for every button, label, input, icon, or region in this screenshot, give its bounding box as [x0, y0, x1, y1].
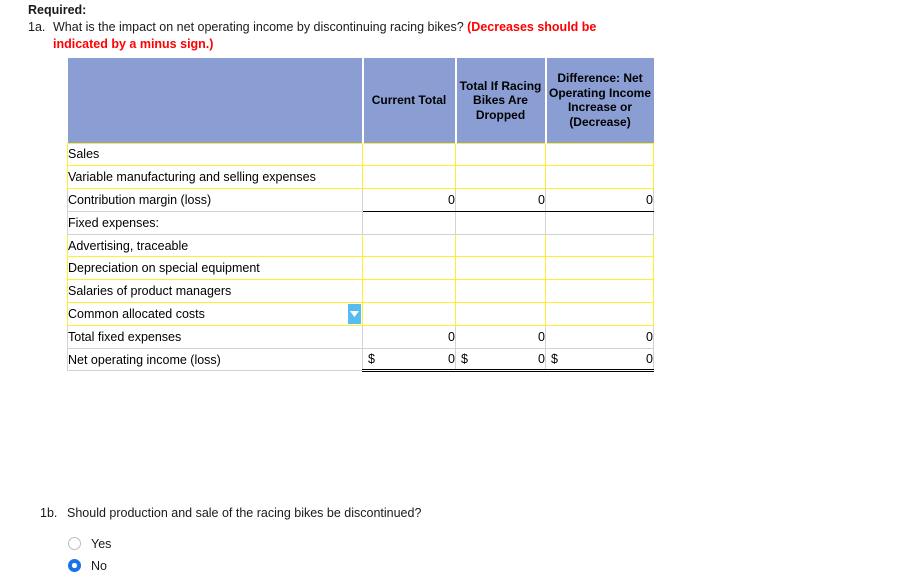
currency-symbol: $ — [368, 352, 375, 367]
cell-variable-expenses-total-if-dropped[interactable] — [455, 165, 546, 190]
question-1b: 1b. Should production and sale of the ra… — [40, 505, 560, 522]
cell-depreciation-difference[interactable] — [545, 256, 654, 281]
question-1a-number: 1a. — [28, 20, 46, 34]
table-row: Depreciation on special equipment — [67, 256, 654, 281]
chevron-down-icon[interactable] — [348, 304, 361, 324]
cell-net-operating-income-current-total-value: 0 — [448, 352, 455, 367]
radio-option-no[interactable]: No — [68, 556, 560, 576]
table-row: Fixed expenses: — [67, 210, 654, 235]
radio-yes-label: Yes — [91, 536, 112, 551]
row-label-common-allocated-costs[interactable]: Common allocated costs — [67, 302, 363, 326]
row-label-contribution-margin: Contribution margin (loss) — [67, 188, 363, 212]
row-label-total-fixed-expenses: Total fixed expenses — [67, 324, 363, 349]
cell-total-fixed-expenses-current-total: 0 — [362, 324, 456, 349]
header-row: Current Total Total If Racing Bikes Are … — [67, 58, 654, 143]
cell-common-allocated-total-if-dropped[interactable] — [455, 302, 546, 326]
prompt-block: Required: 1a. What is the impact on net … — [28, 2, 668, 52]
cell-advertising-traceable-difference[interactable] — [545, 233, 654, 258]
table-row: Total fixed expenses 0 0 0 — [67, 324, 654, 349]
cell-net-operating-income-difference-value: 0 — [646, 352, 653, 367]
header-cell-total-if-dropped: Total If Racing Bikes Are Dropped — [455, 58, 547, 143]
cell-fixed-expenses-heading-current-total — [362, 210, 456, 235]
table-row: Common allocated costs — [67, 302, 654, 326]
cell-net-operating-income-total-if-dropped: $0 — [455, 347, 546, 373]
question-1a-text: What is the impact on net operating inco… — [53, 19, 653, 52]
cell-fixed-expenses-heading-difference — [545, 210, 654, 235]
row-label-depreciation-special-equipment[interactable]: Depreciation on special equipment — [67, 256, 363, 281]
table-row: Salaries of product managers — [67, 279, 654, 304]
cell-advertising-traceable-total-if-dropped[interactable] — [455, 233, 546, 258]
row-label-sales[interactable]: Sales — [67, 142, 363, 167]
worksheet-body: Sales Variable manufacturing and selling… — [67, 142, 654, 373]
cell-contribution-margin-total-if-dropped: 0 — [455, 188, 546, 212]
question-1a-body: What is the impact on net operating inco… — [53, 20, 464, 34]
header-cell-current-total: Current Total — [362, 58, 457, 143]
cell-depreciation-total-if-dropped[interactable] — [455, 256, 546, 281]
cell-total-fixed-expenses-difference: 0 — [545, 324, 654, 349]
worksheet-header: Current Total Total If Racing Bikes Are … — [67, 58, 654, 143]
required-label: Required: — [28, 3, 87, 17]
question-1b-text: Should production and sale of the racing… — [67, 506, 422, 520]
row-label-common-allocated-costs-text: Common allocated costs — [68, 306, 205, 321]
currency-symbol: $ — [551, 352, 558, 367]
table-row: Advertising, traceable — [67, 233, 654, 258]
radio-no-icon[interactable] — [68, 559, 81, 572]
question-1b-number: 1b. — [40, 506, 58, 520]
cell-salaries-current-total[interactable] — [362, 279, 456, 304]
table-row: Net operating income (loss) $0 $0 $0 — [67, 347, 654, 373]
cell-advertising-traceable-current-total[interactable] — [362, 233, 456, 258]
cell-variable-expenses-difference[interactable] — [545, 165, 654, 190]
cell-salaries-total-if-dropped[interactable] — [455, 279, 546, 304]
cell-net-operating-income-difference: $0 — [545, 347, 654, 373]
cell-common-allocated-difference[interactable] — [545, 302, 654, 326]
currency-symbol: $ — [461, 352, 468, 367]
cell-fixed-expenses-heading-total-if-dropped — [455, 210, 546, 235]
cell-variable-expenses-current-total[interactable] — [362, 165, 456, 190]
cell-total-fixed-expenses-total-if-dropped: 0 — [455, 324, 546, 349]
cell-sales-current-total[interactable] — [362, 142, 456, 167]
header-cell-difference: Difference: Net Operating Income Increas… — [545, 58, 654, 143]
radio-yes-icon[interactable] — [68, 537, 81, 550]
cell-net-operating-income-total-if-dropped-value: 0 — [538, 352, 545, 367]
row-label-advertising-traceable[interactable]: Advertising, traceable — [67, 233, 363, 258]
table-row: Variable manufacturing and selling expen… — [67, 165, 654, 190]
cell-contribution-margin-difference: 0 — [545, 188, 654, 212]
row-label-salaries-product-managers[interactable]: Salaries of product managers — [67, 279, 363, 304]
cell-sales-difference[interactable] — [545, 142, 654, 167]
cell-depreciation-current-total[interactable] — [362, 256, 456, 281]
worksheet-table: Current Total Total If Racing Bikes Are … — [67, 58, 654, 373]
cell-common-allocated-current-total[interactable] — [362, 302, 456, 326]
radio-group-discontinue: Yes No — [68, 534, 560, 576]
table-row: Sales — [67, 142, 654, 167]
row-label-net-operating-income: Net operating income (loss) — [67, 347, 363, 372]
radio-no-label: No — [91, 558, 107, 573]
question-1b-block: 1b. Should production and sale of the ra… — [40, 505, 560, 578]
cell-net-operating-income-current-total: $0 — [362, 347, 456, 373]
cell-contribution-margin-current-total: 0 — [362, 188, 456, 212]
table-row: Contribution margin (loss) 0 0 0 — [67, 188, 654, 212]
cell-sales-total-if-dropped[interactable] — [455, 142, 546, 167]
radio-option-yes[interactable]: Yes — [68, 534, 560, 554]
question-1a: 1a. What is the impact on net operating … — [28, 19, 668, 52]
row-label-variable-expenses[interactable]: Variable manufacturing and selling expen… — [67, 165, 363, 190]
header-cell-blank — [67, 58, 364, 143]
cell-salaries-difference[interactable] — [545, 279, 654, 304]
row-label-fixed-expenses-heading: Fixed expenses: — [67, 210, 363, 235]
